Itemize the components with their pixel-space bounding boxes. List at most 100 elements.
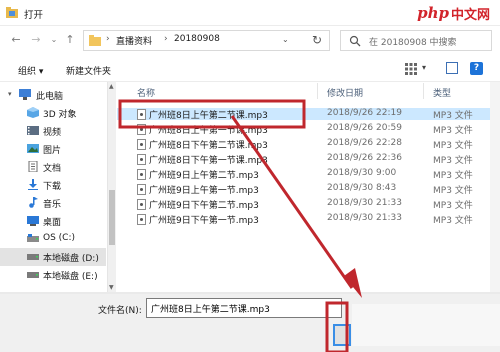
watermark-cn: 中文网 [450,7,490,23]
column-header-name[interactable]: 名称 [137,86,155,99]
sidebar-item-drive-c[interactable]: OS (C:) [0,230,106,248]
filename-label: 文件名(N): [98,306,142,316]
back-button[interactable]: ← [10,34,22,46]
sidebar-item-documents[interactable]: 文档 [0,158,106,176]
sidebar-item-music[interactable]: 音乐 [0,194,106,212]
desktop-icon [27,216,39,226]
file-type: MP3 文件 [433,201,473,211]
video-icon [27,126,39,135]
open-button[interactable] [333,324,351,346]
file-row[interactable]: 广州班8日上午第一节课.mp3 2018/9/26 20:59 MP3 文件 [117,123,500,136]
column-header-date[interactable]: 修改日期 [327,86,363,99]
computer-icon [19,89,31,100]
file-name: 广州班8日下午第一节课.mp3 [149,156,268,166]
sidebar-item-label: 本地磁盘 (E:) [43,272,98,282]
sidebar-item-label: 视频 [43,128,62,138]
command-toolbar: 组织 ▾ 新建文件夹 ▾ ? [0,56,500,82]
mp3-file-icon [137,199,146,210]
file-row[interactable]: 广州班9日上午第二节.mp3 2018/9/30 9:00 MP3 文件 [117,168,500,181]
file-date: 2018/9/30 21:33 [327,213,402,223]
scroll-up-icon[interactable]: ▲ [109,83,114,90]
file-name: 广州班9日上午第二节.mp3 [149,171,259,181]
preview-pane-icon[interactable] [446,62,458,74]
sidebar-item-downloads[interactable]: 下载 [0,176,106,194]
file-type: MP3 文件 [433,111,473,121]
file-date: 2018/9/30 8:43 [327,183,397,193]
sidebar-item-label: 桌面 [43,218,62,228]
sidebar-item-desktop[interactable]: 桌面 [0,212,106,230]
search-box[interactable]: 在 20180908 中搜索 [340,30,492,51]
music-icon [29,197,38,208]
sidebar-item-label: OS (C:) [43,233,75,243]
search-icon [349,35,361,47]
recent-locations-button[interactable]: ⌄ [48,34,60,46]
file-row[interactable]: 广州班8日下午第二节课.mp3 2018/9/26 22:28 MP3 文件 [117,138,500,151]
chevron-down-icon[interactable]: ⌄ [282,35,289,44]
pictures-icon [27,144,39,153]
mp3-file-icon [137,214,146,225]
chevron-down-icon[interactable]: ▾ [8,90,12,98]
sidebar-item-label: 本地磁盘 (D:) [43,254,99,264]
documents-icon [28,161,38,172]
file-name: 广州班8日上午第一节课.mp3 [149,126,268,136]
column-divider[interactable] [317,83,318,99]
sidebar-item-this-pc[interactable]: ▾ 此电脑 [0,86,106,104]
download-icon [28,179,38,190]
column-header-row: 名称 修改日期 类型 [117,82,500,100]
address-bar[interactable]: › 直播资料 › 20180908 ⌄ ↻ [83,30,330,51]
file-type: MP3 文件 [433,171,473,181]
watermark-latin: php [417,4,449,22]
file-row[interactable]: 广州班9日上午第一节.mp3 2018/9/30 8:43 MP3 文件 [117,183,500,196]
up-button[interactable]: ↑ [64,34,76,46]
column-header-type[interactable]: 类型 [433,86,451,99]
file-name: 广州班9日下午第一节.mp3 [149,216,259,226]
sidebar-item-videos[interactable]: 视频 [0,122,106,140]
sidebar-item-pictures[interactable]: 图片 [0,140,106,158]
sidebar-item-drive-e[interactable]: 本地磁盘 (E:) [0,266,106,284]
breadcrumb-item[interactable]: 直播资料 [116,34,152,47]
window-title: 打开 [24,10,44,21]
file-list: 名称 修改日期 类型 广州班8日上午第二节课.mp3 2018/9/26 22:… [117,82,500,294]
drive-icon [27,234,39,242]
filename-input[interactable] [146,298,342,318]
drive-icon [27,272,39,278]
mp3-file-icon [137,139,146,150]
file-date: 2018/9/26 20:59 [327,123,402,133]
file-date: 2018/9/30 21:33 [327,198,402,208]
title-bar: 打开 php 中文网 [0,0,500,26]
sidebar-scrollbar[interactable] [108,82,116,294]
sidebar-item-label: 文档 [43,164,62,174]
sidebar-item-drive-d[interactable]: 本地磁盘 (D:) [0,248,106,266]
mp3-file-icon [137,124,146,135]
view-options-icon[interactable] [405,63,417,75]
chevron-down-icon[interactable]: ▾ [422,63,426,72]
file-date: 2018/9/26 22:36 [327,153,402,163]
mp3-file-icon [137,109,146,120]
sidebar-item-3d-objects[interactable]: 3D 对象 [0,104,106,122]
file-date: 2018/9/30 9:00 [327,168,397,178]
file-name: 广州班9日下午第二节.mp3 [149,201,259,211]
folder-icon [6,7,18,18]
scroll-down-icon[interactable]: ▼ [109,284,114,291]
file-row[interactable]: 广州班8日上午第二节课.mp3 2018/9/26 22:19 MP3 文件 [117,108,500,121]
help-icon[interactable]: ? [470,62,483,75]
file-type: MP3 文件 [433,156,473,166]
file-row[interactable]: 广州班9日下午第一节.mp3 2018/9/30 21:33 MP3 文件 [117,213,500,226]
new-folder-button[interactable]: 新建文件夹 [66,64,111,77]
breadcrumb-separator[interactable]: › [164,34,168,44]
folder-icon [89,35,101,46]
refresh-icon[interactable]: ↻ [312,33,322,47]
sidebar-scroll-thumb[interactable] [109,190,115,245]
file-type: MP3 文件 [433,186,473,196]
file-row[interactable]: 广州班8日下午第一节课.mp3 2018/9/26 22:36 MP3 文件 [117,153,500,166]
mp3-file-icon [137,154,146,165]
breadcrumb-item[interactable]: 20180908 [174,34,220,44]
search-placeholder[interactable]: 在 20180908 中搜索 [369,35,457,48]
breadcrumb-separator[interactable]: › [106,34,110,44]
file-list-scrollbar[interactable] [490,82,500,294]
forward-button[interactable]: → [30,34,42,46]
file-row[interactable]: 广州班9日下午第二节.mp3 2018/9/30 21:33 MP3 文件 [117,198,500,211]
organize-button[interactable]: 组织 ▾ [18,64,43,77]
column-divider[interactable] [423,83,424,99]
navigation-pane: ▾ 此电脑 3D 对象 视频 图片 文档 下载 音乐 桌面 OS (C:) 本地… [0,82,108,294]
